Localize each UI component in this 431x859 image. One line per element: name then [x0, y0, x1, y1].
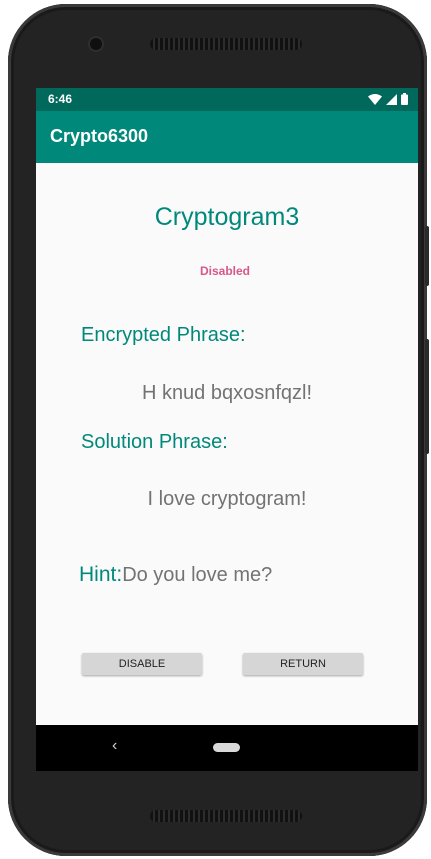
power-button — [425, 226, 429, 286]
app-bar: Crypto6300 — [36, 111, 418, 163]
screen: 6:46 Crypto6300 Cryptogram3 Disabled Enc… — [36, 88, 418, 771]
back-icon[interactable]: ‹ — [112, 737, 117, 755]
battery-icon — [401, 93, 408, 105]
bottom-speaker — [150, 810, 302, 822]
app-title: Crypto6300 — [50, 126, 149, 146]
encrypted-phrase: H knud bqxosnfqzl! — [141, 382, 313, 404]
status-bar: 6:46 — [36, 88, 418, 111]
status-label: Disabled — [199, 264, 250, 278]
volume-button — [425, 339, 429, 454]
cryptogram-title: Cryptogram3 — [154, 203, 300, 231]
solution-phrase-label: Solution Phrase: — [81, 431, 228, 453]
status-time: 6:46 — [48, 92, 73, 106]
wifi-icon — [368, 93, 382, 105]
front-camera — [90, 38, 102, 50]
content-area: Cryptogram3 Disabled Encrypted Phrase: H… — [36, 163, 418, 725]
phone-frame: 6:46 Crypto6300 Cryptogram3 Disabled Enc… — [8, 4, 429, 856]
top-speaker — [150, 38, 302, 50]
home-pill-icon[interactable] — [213, 743, 240, 752]
hint-label: Hint: — [79, 563, 123, 586]
navigation-bar: ‹ — [36, 725, 418, 771]
signal-icon — [386, 93, 397, 105]
hint-row: Hint: Do you love me? — [79, 563, 272, 587]
status-icons — [368, 93, 408, 105]
solution-phrase: I love cryptogram! — [147, 488, 307, 510]
disable-button[interactable]: DISABLE — [82, 653, 202, 675]
encrypted-phrase-label: Encrypted Phrase: — [81, 324, 246, 346]
return-button[interactable]: RETURN — [243, 653, 363, 675]
hint-text: Do you love me? — [122, 564, 273, 586]
